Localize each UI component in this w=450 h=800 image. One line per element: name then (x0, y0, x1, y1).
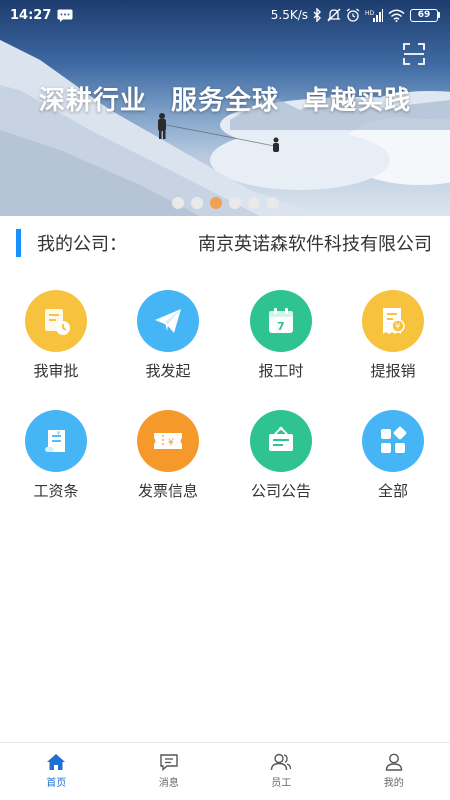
hero-banner[interactable]: 14:27 5.5K/s HD 69 深耕行业 服务全球 卓越实践 (0, 0, 450, 216)
grid-item-initiated[interactable]: 我发起 (118, 290, 218, 381)
svg-text:¥: ¥ (168, 438, 174, 448)
nav-item-profile[interactable]: 我的 (338, 743, 450, 800)
grid-item-timesheet[interactable]: 7 报工时 (231, 290, 331, 381)
calendar-icon: 7 (250, 290, 312, 352)
bluetooth-icon (313, 8, 321, 22)
network-speed: 5.5K/s (270, 8, 308, 22)
carousel-indicator (0, 197, 450, 209)
grid-label: 提报销 (370, 362, 416, 380)
company-name[interactable]: 南京英诺森软件科技有限公司 (198, 230, 432, 256)
notice-board-icon (250, 410, 312, 472)
slogan-part: 卓越实践 (303, 86, 412, 116)
grid-label: 报工时 (258, 362, 304, 380)
nav-item-home[interactable]: 首页 (0, 743, 113, 800)
grid-label: 公司公告 (250, 482, 311, 500)
carousel-dot[interactable] (171, 197, 184, 209)
carousel-dot[interactable] (266, 197, 279, 209)
scan-icon[interactable] (402, 42, 426, 66)
grid-label: 工资条 (33, 482, 79, 500)
invoice-ticket-icon: ¥ (137, 410, 199, 472)
grid-item-reimbursement[interactable]: ¥ 提报销 (343, 290, 443, 381)
company-label: 我的公司： (37, 234, 127, 255)
grid-label: 我审批 (33, 362, 79, 380)
slogan-part: 深耕行业 (38, 86, 147, 116)
bottom-navigation: 首页 消息 员工 我的 (0, 742, 450, 800)
approval-stamp-icon (25, 290, 87, 352)
signal-icon: HD (365, 8, 383, 22)
svg-text:¥: ¥ (57, 431, 60, 437)
nav-label: 员工 (271, 778, 292, 789)
battery-level: 69 (410, 8, 438, 22)
svg-text:HD: HD (365, 10, 375, 17)
function-grid: 我审批 我发起 7 报工时 ¥ 提报销 ¥ 工资条 ¥ 发票信息 公司公告 全部 (0, 290, 450, 530)
grid-item-all[interactable]: 全部 (343, 410, 443, 501)
status-time: 14:27 (10, 7, 52, 23)
grid-item-invoice[interactable]: ¥ 发票信息 (118, 410, 218, 501)
nav-item-employees[interactable]: 员工 (225, 743, 338, 800)
grid-row: 我审批 我发起 7 报工时 ¥ 提报销 (0, 290, 450, 410)
message-icon (57, 9, 73, 22)
grid-item-approval[interactable]: 我审批 (6, 290, 106, 381)
payslip-scroll-icon: ¥ (25, 410, 87, 472)
grid-label: 全部 (377, 482, 408, 500)
grid-item-announcement[interactable]: 公司公告 (231, 410, 331, 501)
svg-text:¥: ¥ (395, 322, 400, 331)
banner-slogan: 深耕行业 服务全球 卓越实践 (0, 80, 450, 117)
nav-label: 消息 (158, 778, 179, 789)
nav-label: 首页 (46, 778, 67, 789)
wifi-icon (388, 9, 405, 22)
grid-row: ¥ 工资条 ¥ 发票信息 公司公告 全部 (0, 410, 450, 530)
all-apps-icon (362, 410, 424, 472)
profile-icon (385, 753, 402, 771)
message-icon (160, 754, 178, 771)
home-icon (47, 754, 66, 770)
company-row: 我的公司： 南京英诺森软件科技有限公司 (0, 226, 450, 260)
accent-bar (16, 229, 21, 257)
slogan-part: 服务全球 (170, 86, 279, 116)
status-bar: 14:27 5.5K/s HD 69 (0, 0, 450, 30)
nav-item-messages[interactable]: 消息 (113, 743, 226, 800)
carousel-dot[interactable] (247, 197, 260, 209)
grid-item-payslip[interactable]: ¥ 工资条 (6, 410, 106, 501)
carousel-dot[interactable] (190, 197, 203, 209)
employees-icon (271, 753, 292, 771)
battery-icon: 69 (410, 8, 440, 22)
carousel-dot[interactable] (228, 197, 241, 209)
paper-plane-icon (137, 290, 199, 352)
alarm-icon (346, 8, 360, 22)
svg-text:7: 7 (277, 320, 285, 333)
carousel-dot-active[interactable] (209, 197, 222, 209)
receipt-yuan-icon: ¥ (362, 290, 424, 352)
grid-label: 我发起 (145, 362, 191, 380)
grid-label: 发票信息 (137, 482, 198, 500)
nav-label: 我的 (383, 778, 404, 789)
mute-icon (327, 8, 341, 22)
